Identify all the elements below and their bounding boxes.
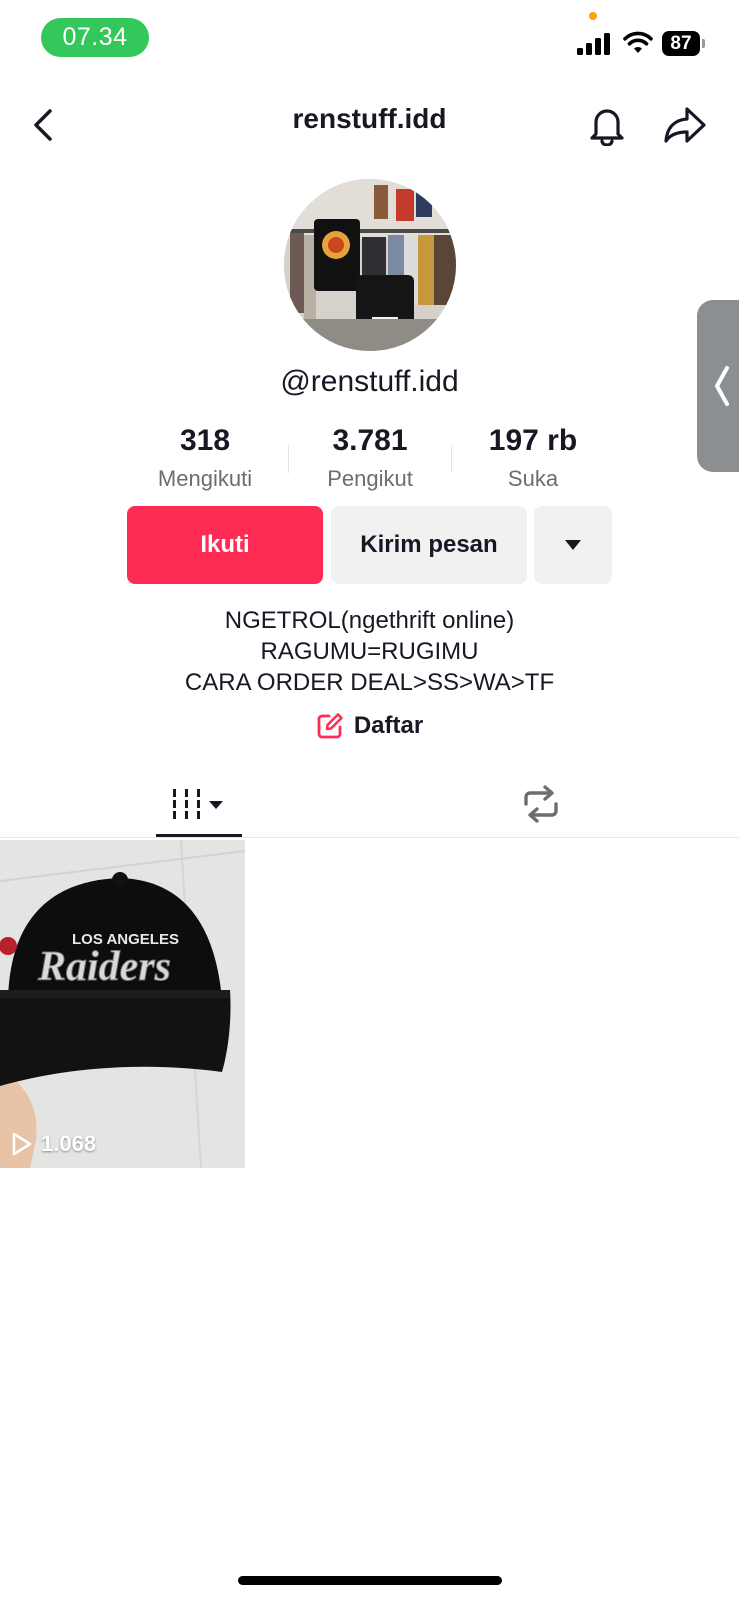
stat-following[interactable]: 318 Mengikuti (120, 424, 290, 492)
view-count-label: 1.068 (41, 1131, 97, 1156)
privacy-indicator-dot (589, 12, 597, 20)
tab-videos[interactable] (156, 780, 242, 828)
wifi-icon (623, 31, 653, 53)
followers-count: 3.781 (332, 424, 408, 457)
repost-icon (524, 785, 558, 823)
avatar[interactable] (284, 179, 456, 351)
daftar-label: Daftar (353, 712, 424, 739)
home-indicator[interactable] (238, 1576, 502, 1585)
likes-count: 197 rb (488, 424, 578, 457)
bio-line: NGETROL(ngethrift online) (224, 607, 515, 634)
more-options-button[interactable] (534, 506, 612, 584)
following-count: 318 (179, 424, 231, 457)
tab-divider (0, 837, 739, 838)
play-icon (12, 1132, 32, 1156)
page-title: renstuff.idd (292, 103, 447, 134)
share-arrow-icon[interactable] (662, 104, 708, 146)
followers-label: Pengikut (327, 466, 413, 491)
battery-tip (702, 39, 705, 48)
cap-text-script: Raiders (37, 944, 171, 990)
edit-list-icon (317, 713, 343, 739)
send-message-button[interactable]: Kirim pesan (331, 506, 527, 584)
stat-likes[interactable]: 197 rb Suka (448, 424, 618, 492)
profile-bio: NGETROL(ngethrift online) RAGUMU=RUGIMU … (0, 605, 739, 698)
profile-handle: @renstuff.idd (280, 365, 459, 398)
likes-label: Suka (507, 466, 559, 491)
battery-icon: 87 (662, 31, 700, 56)
bio-line: CARA ORDER DEAL>SS>WA>TF (184, 669, 555, 696)
status-time: 07.34 (41, 18, 149, 57)
follow-button[interactable]: Ikuti (127, 506, 323, 584)
tab-reposts[interactable] (514, 780, 568, 828)
stat-followers[interactable]: 3.781 Pengikut (285, 424, 455, 492)
caret-down-icon (565, 540, 581, 550)
bell-icon[interactable] (586, 102, 628, 148)
following-label: Mengikuti (157, 466, 253, 491)
view-count: 1.068 (11, 1131, 96, 1157)
video-thumbnail[interactable]: LOS ANGELES Raiders (0, 840, 245, 1168)
grid-icon (173, 789, 223, 819)
cap-image: LOS ANGELES Raiders (0, 840, 245, 1168)
signal-icon (577, 33, 610, 55)
daftar-link[interactable]: Daftar (0, 712, 739, 740)
bio-line: RAGUMU=RUGIMU (260, 638, 479, 665)
